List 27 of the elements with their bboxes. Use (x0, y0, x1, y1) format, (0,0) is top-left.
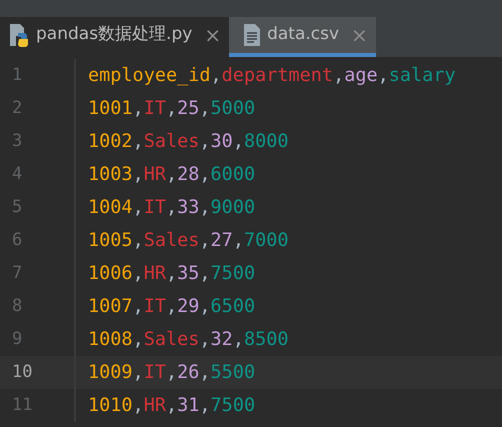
line-number: 3 (0, 125, 76, 158)
line-number: 2 (0, 92, 76, 125)
line-number: 11 (0, 389, 76, 422)
code-line: 1009,IT,26,5500 (87, 360, 256, 385)
line-number: 10 (0, 356, 76, 389)
line-number: 1 (0, 59, 76, 92)
code-line: 1007,IT,29,6500 (87, 294, 256, 319)
code-line: 1002,Sales,30,8000 (87, 130, 289, 154)
close-tab-button[interactable]: × (204, 20, 222, 50)
line-number: 7 (0, 257, 76, 290)
editor-tab[interactable]: pandas数据处理.py × (0, 17, 230, 57)
close-tab-button[interactable]: × (351, 20, 368, 50)
code-line: 1005,Sales,27,7000 (87, 228, 289, 253)
line-number: 5 (0, 191, 76, 224)
code-line: 1004,IT,33,9000 (87, 196, 256, 220)
code-line: 1010,HR,31,7500 (87, 394, 256, 418)
code-line: 1001,IT,25,5000 (87, 96, 256, 121)
editor-tab[interactable]: data.csv × (229, 17, 376, 57)
line-number: 6 (0, 224, 76, 257)
python-file-icon (8, 23, 30, 47)
code-line: 1003,HR,28,6000 (87, 162, 256, 187)
line-number: 4 (0, 158, 76, 191)
code-line: 1006,HR,35,7500 (87, 262, 256, 286)
code-line: 1008,Sales,32,8500 (87, 328, 289, 352)
line-number: 8 (0, 290, 76, 323)
code-line: employee_id,department,age,salary (87, 64, 456, 88)
file-icon (243, 23, 262, 47)
